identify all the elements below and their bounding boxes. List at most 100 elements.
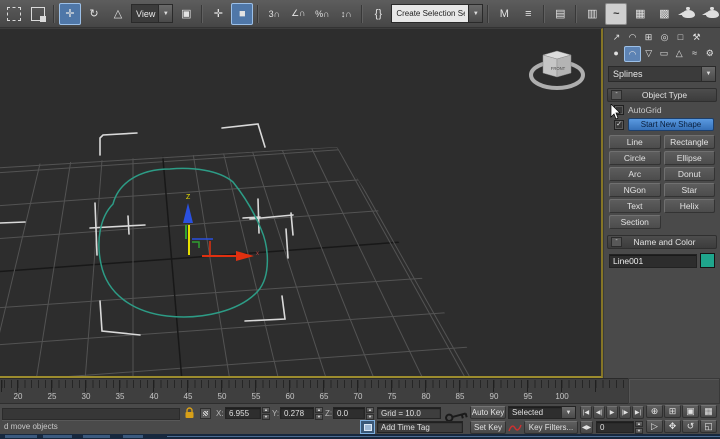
chevron-down-icon[interactable]: ▼: [561, 407, 575, 418]
subtab-helpers[interactable]: △: [672, 46, 686, 60]
zoom-extents-all-button[interactable]: ▦: [700, 405, 717, 418]
subtab-systems[interactable]: ⚙: [703, 46, 717, 60]
subtab-space-warps[interactable]: ≈: [687, 46, 701, 60]
isolate-selection-toggle[interactable]: [360, 420, 375, 434]
object-type-button-ngon[interactable]: NGon: [609, 183, 661, 197]
scene-explorer-icon[interactable]: ▥: [581, 3, 603, 25]
keyboard-shortcut-override-icon[interactable]: ■: [231, 3, 253, 25]
object-type-button-line[interactable]: Line: [609, 135, 661, 149]
mini-track-strip[interactable]: [2, 408, 180, 420]
subtab-lights[interactable]: ▽: [642, 46, 656, 60]
frame-label-75: 75: [388, 392, 397, 401]
viewcube[interactable]: FRONT: [531, 51, 583, 88]
orbit-button[interactable]: ↺: [682, 420, 699, 433]
select-and-scale-icon[interactable]: △: [107, 3, 129, 25]
select-and-manipulate-icon[interactable]: ✛: [207, 3, 229, 25]
tab-hierarchy[interactable]: ⊞: [641, 30, 656, 44]
use-pivot-point-center-icon[interactable]: ▣: [175, 3, 197, 25]
layer-manager-icon[interactable]: ▤: [549, 3, 571, 25]
chevron-down-icon[interactable]: ▼: [701, 67, 715, 81]
render-setup-icon[interactable]: [677, 3, 699, 25]
z-coordinate-field[interactable]: 0.0: [333, 407, 365, 419]
select-and-rotate-icon[interactable]: ↻: [83, 3, 105, 25]
subtab-shapes[interactable]: ◠: [624, 46, 640, 62]
frame-label-40: 40: [150, 392, 159, 401]
play-button[interactable]: ▶: [606, 406, 618, 419]
selection-lock-icon[interactable]: [184, 407, 195, 419]
zoom-button[interactable]: ⊕: [646, 405, 663, 418]
object-type-button-section[interactable]: Section: [609, 215, 661, 229]
field-of-view-button[interactable]: ▷: [646, 420, 663, 433]
start-new-shape-checkbox[interactable]: ✓: [614, 120, 624, 130]
frame-label-85: 85: [456, 392, 465, 401]
name-and-color-rollout-header[interactable]: - Name and Color: [607, 235, 717, 249]
align-icon[interactable]: ≡: [517, 3, 539, 25]
select-and-move-icon[interactable]: ✛: [59, 3, 81, 25]
rectangular-selection-region-icon[interactable]: [3, 3, 25, 25]
add-time-tag-button[interactable]: Add Time Tag: [377, 421, 463, 433]
y-coordinate-field[interactable]: 0.278: [280, 407, 314, 419]
object-type-button-star[interactable]: Star: [664, 183, 716, 197]
tab-create[interactable]: ↗: [609, 30, 624, 44]
rollout-minimize-icon[interactable]: -: [611, 237, 622, 247]
key-filters-button[interactable]: Key Filters...: [524, 421, 578, 434]
selection-set-dropdown[interactable]: Selected ▼: [508, 406, 576, 419]
rendered-frame-window-icon[interactable]: [701, 3, 720, 25]
absolute-mode-toggle[interactable]: [200, 408, 211, 419]
object-type-button-arc[interactable]: Arc: [609, 167, 661, 181]
track-bar[interactable]: 20253035404550556065707580859095100: [0, 378, 628, 404]
object-type-button-helix[interactable]: Helix: [664, 199, 716, 213]
set-key-button[interactable]: Set Key: [470, 421, 506, 434]
x-spinner[interactable]: ▲▼: [262, 407, 270, 419]
zoom-all-button[interactable]: ⊞: [664, 405, 681, 418]
angle-snap-icon[interactable]: ∠∩: [287, 3, 309, 25]
key-mode-toggle[interactable]: ◀▶: [580, 421, 593, 434]
z-spinner[interactable]: ▲▼: [366, 407, 374, 419]
named-selection-set-field[interactable]: Create Selection Se▼: [391, 4, 483, 23]
current-frame-field[interactable]: 0: [596, 421, 634, 433]
schematic-view-icon[interactable]: ▦: [629, 3, 651, 25]
set-key-mode-icon[interactable]: [508, 421, 522, 434]
window-crossing-toggle-icon[interactable]: [27, 3, 49, 25]
object-name-field[interactable]: Line001: [609, 254, 697, 268]
y-spinner[interactable]: ▲▼: [315, 407, 323, 419]
auto-key-button[interactable]: Auto Key: [470, 406, 506, 419]
object-type-button-donut[interactable]: Donut: [664, 167, 716, 181]
rollout-minimize-icon[interactable]: -: [611, 90, 622, 100]
tab-display[interactable]: □: [673, 30, 688, 44]
object-type-button-text[interactable]: Text: [609, 199, 661, 213]
percent-snap-icon[interactable]: %∩: [311, 3, 333, 25]
frame-label-100: 100: [555, 392, 568, 401]
perspective-viewport[interactable]: Z x FRONT: [0, 28, 603, 378]
start-new-shape-button[interactable]: Start New Shape: [628, 118, 714, 131]
go-to-start-button[interactable]: |◀: [580, 406, 592, 419]
reference-coordinate-dropdown[interactable]: View▼: [131, 4, 173, 23]
maximize-viewport-toggle[interactable]: ◱: [700, 420, 717, 433]
shape-category-dropdown[interactable]: Splines ▼: [608, 66, 716, 82]
pan-view-button[interactable]: ✥: [664, 420, 681, 433]
zoom-extents-button[interactable]: ▣: [682, 405, 699, 418]
object-color-swatch[interactable]: [700, 253, 715, 268]
snap-toggle-3d-icon[interactable]: 3∩: [263, 3, 285, 25]
mirror-icon[interactable]: M: [493, 3, 515, 25]
subtab-cameras[interactable]: ▭: [657, 46, 671, 60]
go-to-end-button[interactable]: ▶|: [632, 406, 644, 419]
next-frame-button[interactable]: |▶: [619, 406, 631, 419]
object-type-button-circle[interactable]: Circle: [609, 151, 661, 165]
frame-spinner[interactable]: ▲▼: [635, 421, 643, 433]
object-type-button-ellipse[interactable]: Ellipse: [664, 151, 716, 165]
x-coordinate-field[interactable]: 6.955: [225, 407, 261, 419]
chevron-down-icon[interactable]: ▼: [468, 5, 482, 22]
curve-editor-icon[interactable]: ~: [605, 3, 627, 25]
tab-utilities[interactable]: ⚒: [689, 30, 704, 44]
tab-modify[interactable]: ◠: [625, 30, 640, 44]
subtab-geometry[interactable]: ●: [609, 46, 623, 60]
object-type-button-rectangle[interactable]: Rectangle: [664, 135, 716, 149]
previous-frame-button[interactable]: ◀|: [593, 406, 605, 419]
material-editor-icon[interactable]: ▩: [653, 3, 675, 25]
object-type-rollout-header[interactable]: - Object Type: [607, 88, 717, 102]
tab-motion[interactable]: ◎: [657, 30, 672, 44]
chevron-down-icon[interactable]: ▼: [158, 5, 172, 22]
edit-named-selection-sets-icon[interactable]: {}: [367, 3, 389, 25]
spinner-snap-icon[interactable]: ↕∩: [335, 3, 357, 25]
